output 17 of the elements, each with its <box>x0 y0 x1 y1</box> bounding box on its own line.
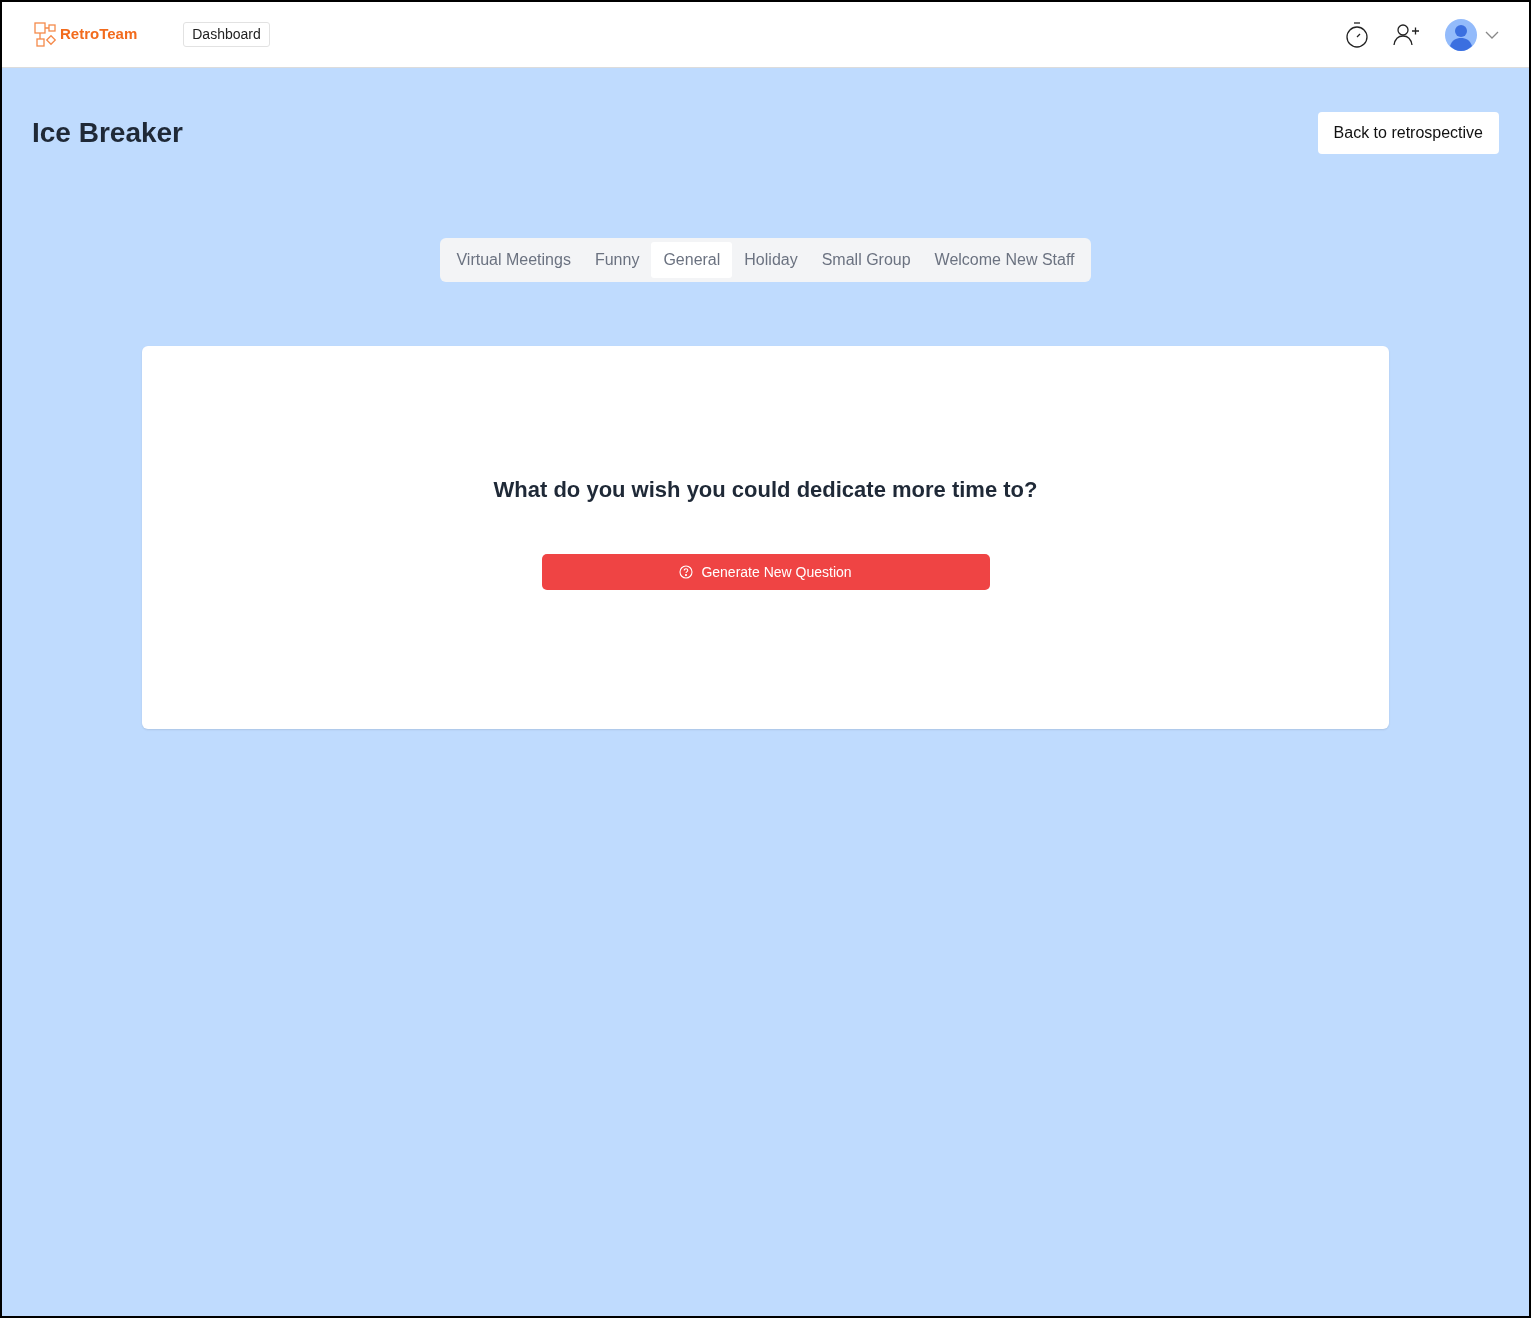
add-user-icon[interactable] <box>1393 22 1421 47</box>
question-icon <box>679 565 694 579</box>
avatar-icon[interactable] <box>1445 18 1477 51</box>
tab[interactable]: Small Group <box>809 242 923 278</box>
tab[interactable]: General <box>651 242 733 278</box>
back-button[interactable]: Back to retrospective <box>1317 112 1499 154</box>
tab[interactable]: Virtual Meetings <box>444 242 583 278</box>
page-title: Ice Breaker <box>32 116 183 150</box>
dashboard-link[interactable]: Dashboard <box>183 22 270 47</box>
stopwatch-icon[interactable] <box>1345 20 1369 49</box>
generate-button[interactable]: Generate New Question <box>541 554 990 590</box>
tab[interactable]: Holiday <box>732 242 810 278</box>
tab[interactable]: Welcome New Staff <box>922 242 1087 278</box>
tab[interactable]: Funny <box>582 242 652 278</box>
chevron-down-icon[interactable] <box>1485 30 1499 39</box>
question-text: What do you wish you could dedicate more time to? <box>493 476 1038 504</box>
logo-text: RetroTeam <box>60 24 138 45</box>
